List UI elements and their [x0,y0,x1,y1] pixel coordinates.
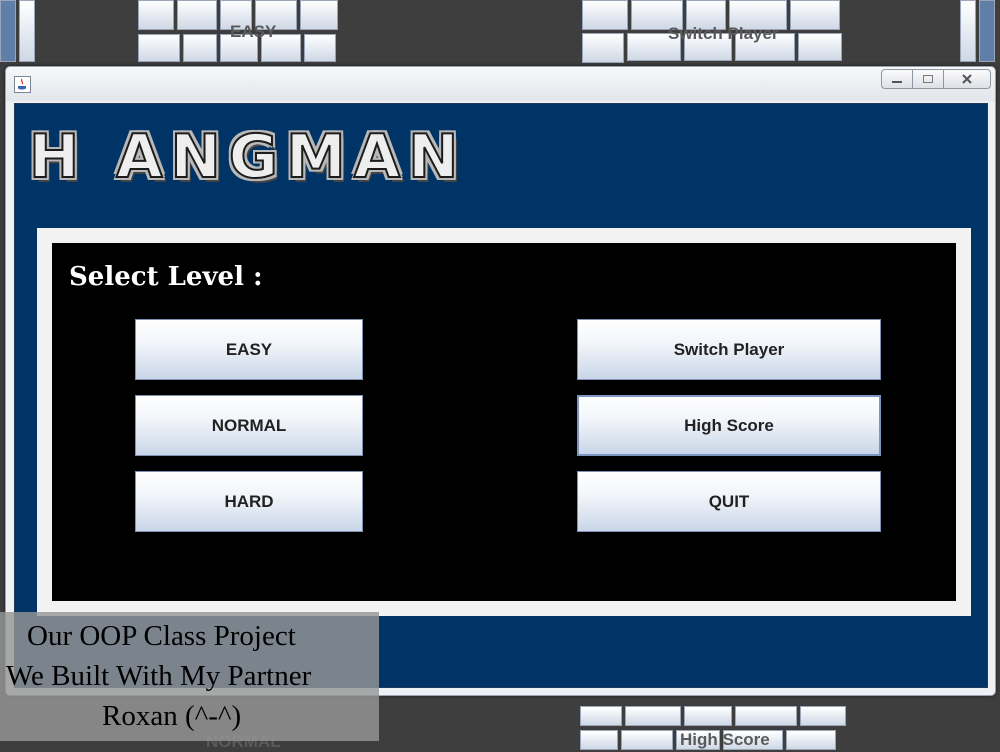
window-controls [881,69,991,89]
level-panel: Select Level : EASY NORMAL HARD Switch P… [52,243,956,601]
hangman-logo: H ANGMAN [28,121,467,193]
background-ghost-high-score: High Score [680,730,770,749]
level-panel-frame: Select Level : EASY NORMAL HARD Switch P… [37,228,971,616]
switch-player-button[interactable]: Switch Player [577,319,881,380]
close-icon[interactable] [943,69,991,89]
easy-button[interactable]: EASY [135,319,363,380]
caption-overlay: Our OOP Class Project We Built With My P… [0,612,379,741]
normal-button[interactable]: NORMAL [135,395,363,456]
application-window: H ANGMAN Select Level : EASY NORMAL HARD… [5,66,996,696]
hard-button[interactable]: HARD [135,471,363,532]
background-tiles-edge-right [960,0,1000,62]
caption-line-3: Roxan (^-^) [102,700,242,732]
minimize-icon[interactable] [881,69,913,89]
maximize-icon[interactable] [912,69,944,89]
background-ghost-switch-player: Switch Player [668,24,779,43]
caption-line-1: Our OOP Class Project [27,620,296,652]
select-level-label: Select Level : [69,262,263,292]
high-score-button[interactable]: High Score [577,395,881,456]
quit-button[interactable]: QUIT [577,471,881,532]
background-tiles-edge-left [0,0,40,62]
caption-line-2: We Built With My Partner [6,660,312,692]
java-icon[interactable] [14,76,31,93]
background-ghost-easy: EASY [230,22,277,41]
client-area: H ANGMAN Select Level : EASY NORMAL HARD… [14,103,988,688]
title-bar[interactable] [6,67,995,101]
